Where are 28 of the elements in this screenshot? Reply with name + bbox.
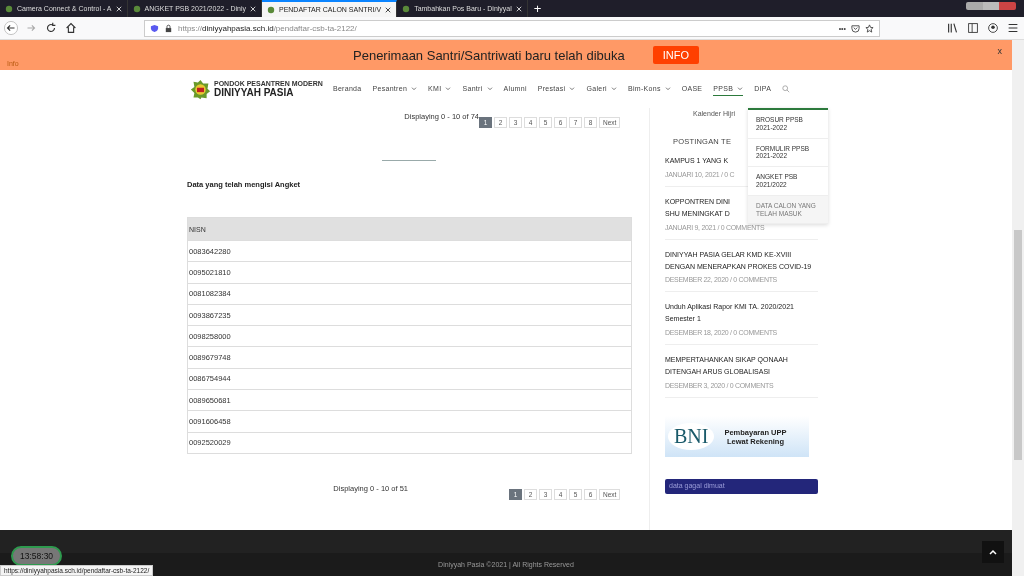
pocket-icon[interactable] xyxy=(851,23,860,33)
account-icon[interactable] xyxy=(986,21,1000,35)
logo-emblem-icon xyxy=(190,78,211,100)
url-text: https://diniyyahpasia.sch.id/pendaftar-csb-ta-2122/ xyxy=(178,23,358,33)
favicon-icon xyxy=(132,4,141,13)
home-icon[interactable] xyxy=(64,21,78,35)
close-icon[interactable] xyxy=(385,6,392,13)
favicon-icon xyxy=(5,4,13,13)
banner-message: Penerimaan Santri/Santriwati baru telah dibuka xyxy=(353,47,625,63)
favicon-icon xyxy=(266,5,275,14)
info-button[interactable]: INFO xyxy=(652,46,699,64)
caret-icon xyxy=(989,549,997,555)
bni-logo: BNI xyxy=(668,423,715,450)
library-icon[interactable] xyxy=(946,21,960,35)
back-to-top-button[interactable] xyxy=(982,541,1004,563)
back-icon[interactable] xyxy=(4,21,18,35)
favicon-icon xyxy=(402,4,411,13)
close-button[interactable]: x xyxy=(997,46,1002,56)
logo-title: DINIYYAH PASIA xyxy=(214,87,295,98)
new-tab-button[interactable]: + xyxy=(527,0,548,17)
lock-icon xyxy=(164,23,173,33)
scrollbar[interactable] xyxy=(1012,40,1024,576)
clock-widget: 13:58:30 xyxy=(11,546,63,566)
shield-icon xyxy=(150,23,159,33)
reload-icon[interactable] xyxy=(44,21,58,35)
star-icon[interactable] xyxy=(865,23,874,33)
sidebar-icon[interactable] xyxy=(966,21,980,35)
menu-icon[interactable] xyxy=(1006,21,1020,35)
